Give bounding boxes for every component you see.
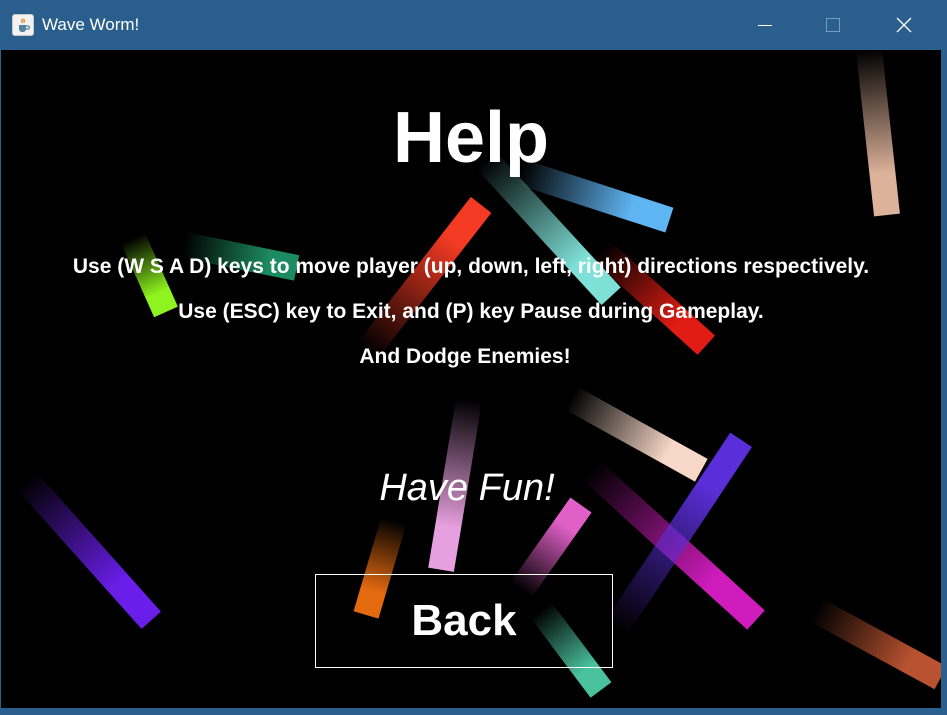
window-title: Wave Worm! [42,15,140,34]
minimize-icon [758,25,772,26]
controls-instruction: Use (W S A D) keys to move player (up, d… [72,255,870,278]
maximize-button[interactable] [798,0,868,50]
java-cup-icon [12,14,34,36]
maximize-icon [826,18,840,32]
close-icon [896,17,912,33]
help-heading: Help [392,98,550,178]
worm-enemy [809,598,941,690]
exit-pause-instruction: Use (ESC) key to Exit, and (P) key Pause… [178,300,764,323]
close-button[interactable] [869,0,939,50]
back-button[interactable]: Back [315,574,613,668]
window-frame-bottom [0,708,947,715]
game-canvas: Help Use (W S A D) keys to move player (… [1,50,941,708]
dodge-instruction: And Dodge Enemies! [359,345,571,368]
have-fun-text: Have Fun! [379,467,555,509]
minimize-button[interactable] [730,0,800,50]
app-window: Wave Worm! Help Use (W S A D) keys to mo… [0,0,947,715]
title-bar[interactable]: Wave Worm! [0,0,947,50]
window-frame-right [941,50,947,715]
